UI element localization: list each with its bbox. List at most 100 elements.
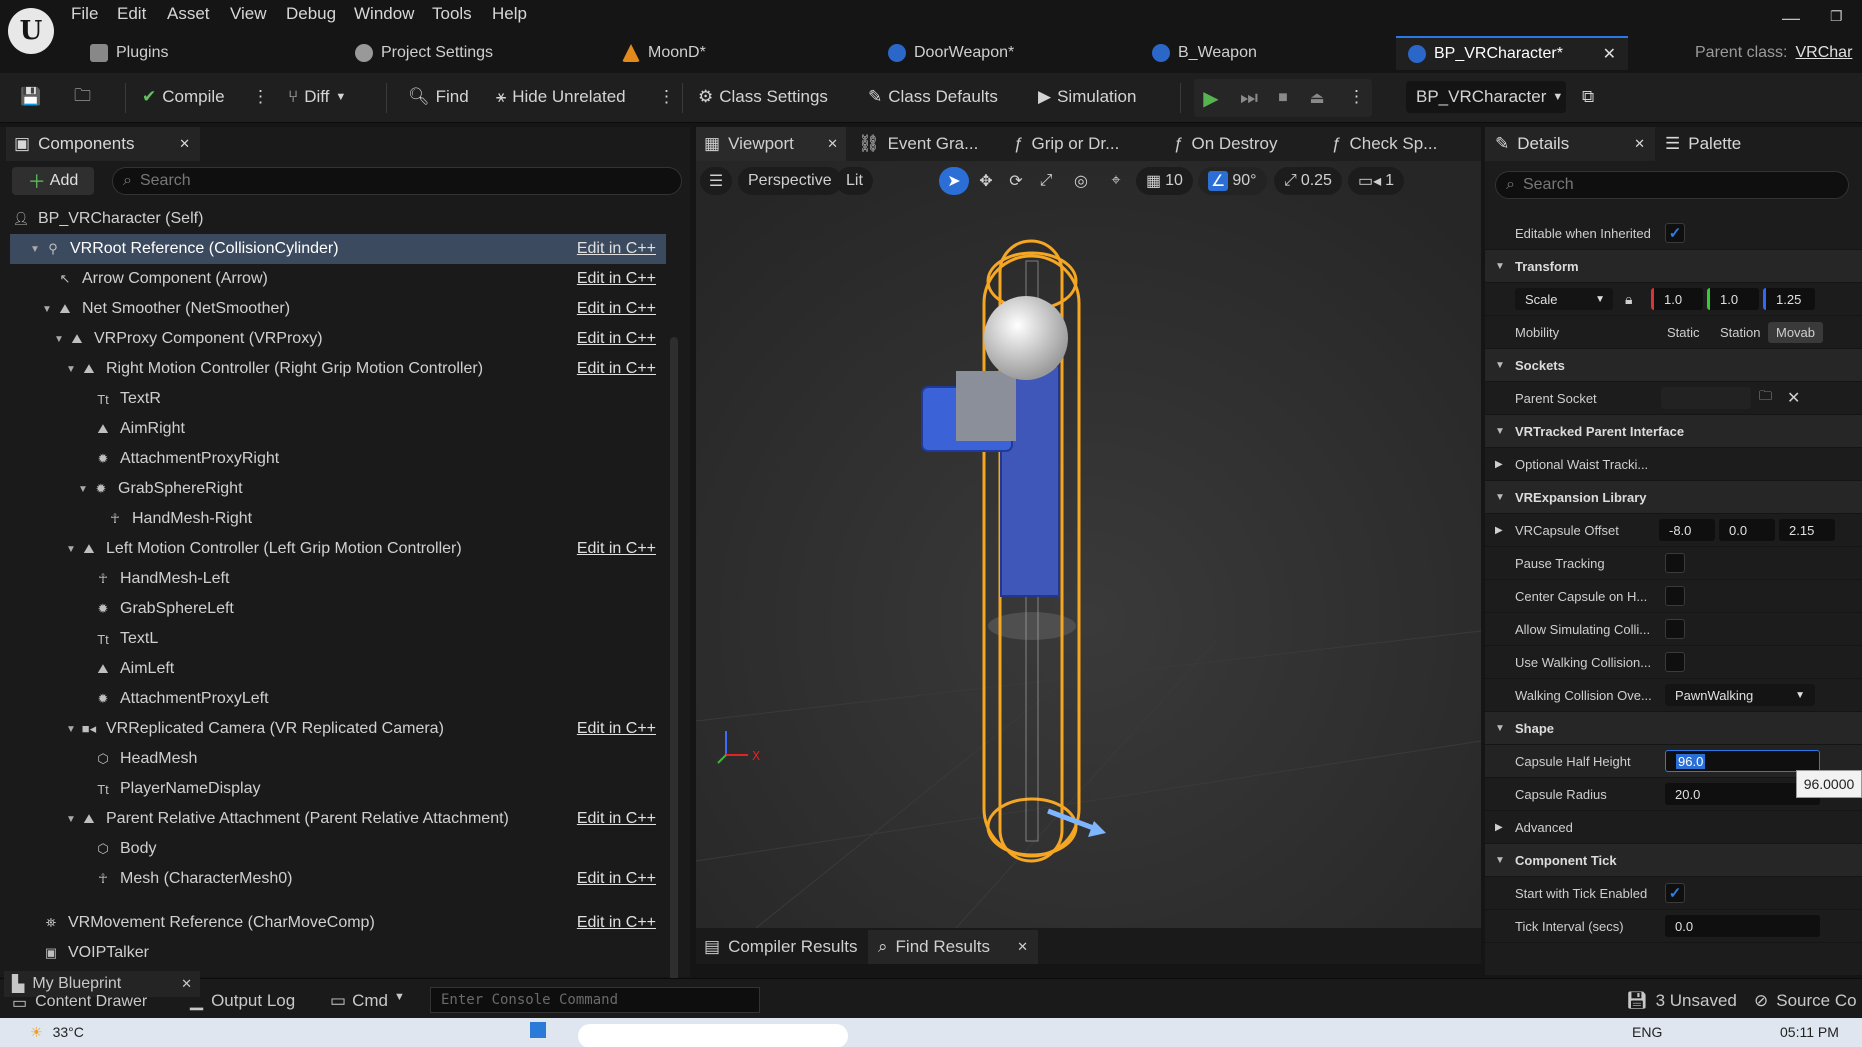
menu-tools[interactable]: Tools — [432, 4, 472, 26]
section-transform[interactable]: ▼ Transform — [1485, 250, 1862, 283]
start-icon[interactable] — [530, 1022, 546, 1038]
pause-tracking-checkbox[interactable] — [1665, 553, 1685, 573]
close-icon[interactable]: ✕ — [1017, 939, 1028, 955]
tab-project-settings[interactable]: Project Settings — [355, 36, 493, 70]
menu-window[interactable]: Window — [354, 4, 414, 26]
tab-viewport[interactable]: ▦ Viewport ✕ — [696, 127, 846, 161]
menu-help[interactable]: Help — [492, 4, 527, 26]
language-indicator[interactable]: ENG — [1632, 1024, 1662, 1040]
tree-item-left-motion-controller[interactable]: ▼ ⛰ Left Motion Controller (Left Grip Moti… — [10, 534, 666, 564]
tab-check-sp[interactable]: ƒ Check Sp... — [1332, 127, 1437, 161]
edit-in-cpp-link[interactable]: Edit in C++ — [577, 914, 656, 932]
scale-z-field[interactable]: 1.25 — [1763, 288, 1815, 310]
tab-compiler-results[interactable]: ▤ Compiler Results — [704, 930, 858, 964]
menu-view[interactable]: View — [230, 4, 267, 26]
menu-debug[interactable]: Debug — [286, 4, 336, 26]
components-scrollbar[interactable] — [670, 337, 678, 1047]
tree-item-textr[interactable]: Tt TextR — [10, 384, 666, 414]
weather-widget[interactable]: ☀ 33°C — [30, 1024, 84, 1041]
expand-arrow-icon[interactable]: ▼ — [52, 334, 66, 345]
cmd-select[interactable]: ▭ Cmd ▼ — [330, 991, 405, 1011]
tab-doorweapon[interactable]: DoorWeapon* — [888, 36, 1014, 70]
tree-item-mesh[interactable]: ☥ Mesh (CharacterMesh0) Edit in C++ — [10, 864, 666, 894]
edit-in-cpp-link[interactable]: Edit in C++ — [577, 540, 656, 558]
lock-icon[interactable]: 🔒︎ — [1625, 291, 1632, 308]
taskbar-search[interactable] — [578, 1024, 848, 1047]
camera-speed-button[interactable]: ▭◂ 1 — [1348, 167, 1405, 195]
tree-item-aimright[interactable]: ⛰ AimRight — [10, 414, 666, 444]
tab-details[interactable]: ✎ Details ✕ — [1485, 127, 1655, 161]
tree-item-net-smoother[interactable]: ▼ ⛰ Net Smoother (NetSmoother) Edit in C++ — [10, 294, 666, 324]
capsule-half-height-field[interactable]: 96.0 — [1665, 750, 1820, 772]
hide-unrelated-button[interactable]: ⚹ Hide Unrelated — [496, 81, 626, 113]
edit-in-cpp-link[interactable]: Edit in C++ — [577, 720, 656, 738]
clear-icon[interactable]: ✕ — [1787, 388, 1800, 408]
play-icon[interactable]: ▶ — [1196, 83, 1226, 113]
expand-arrow-icon[interactable]: ▼ — [64, 724, 78, 735]
expand-arrow-icon[interactable]: ▼ — [76, 484, 90, 495]
minimize-icon[interactable]: — — [1782, 8, 1800, 29]
close-icon[interactable]: ✕ — [827, 136, 838, 152]
tab-palette[interactable]: ☰ Palette — [1665, 127, 1741, 161]
source-control-button[interactable]: ⊘ Source Co — [1754, 991, 1857, 1011]
viewport-canvas[interactable]: X ☰ Perspective Lit ➤ ✥ ⟳ ⤢ ◎ ⌖ ▦ 10 ∠ 90°… — [696, 161, 1481, 928]
tree-item-arrow[interactable]: ↖ Arrow Component (Arrow) Edit in C++ — [10, 264, 666, 294]
tree-item-grabsphereright[interactable]: ▼ ✹ GrabSphereRight — [10, 474, 666, 504]
debug-object-select[interactable]: BP_VRCharacter ▼ — [1406, 81, 1566, 113]
row-advanced[interactable]: ▶ Advanced — [1485, 811, 1862, 844]
section-component-tick[interactable]: ▼ Component Tick — [1485, 844, 1862, 877]
section-vrexpansion[interactable]: ▼ VRExpansion Library — [1485, 481, 1862, 514]
expand-arrow-icon[interactable]: ▼ — [40, 304, 54, 315]
tree-item-grabsphereleft[interactable]: ✹ GrabSphereLeft — [10, 594, 666, 624]
components-search-input[interactable]: ⌕ Search — [112, 167, 682, 195]
tree-item-parent-relative-attachment[interactable]: ▼ ⛰ Parent Relative Attachment (Parent Rel… — [10, 804, 666, 834]
tab-bp-vrcharacter[interactable]: BP_VRCharacter* ✕ — [1396, 36, 1628, 70]
tab-components[interactable]: ▣ Components ✕ — [6, 127, 200, 161]
perspective-button[interactable]: Perspective — [738, 167, 842, 195]
tree-item-body[interactable]: ⬡ Body — [10, 834, 666, 864]
menu-edit[interactable]: Edit — [117, 4, 146, 26]
editable-inherited-checkbox[interactable]: ✓ — [1665, 223, 1685, 243]
tab-event-graph[interactable]: ⛓ Event Gra... — [858, 127, 978, 161]
center-capsule-checkbox[interactable] — [1665, 586, 1685, 606]
viewport-menu-icon[interactable]: ☰ — [700, 167, 732, 195]
add-component-button[interactable]: ＋ Add — [12, 167, 94, 195]
debug-object-browse-icon[interactable]: ⧉ — [1582, 81, 1594, 113]
unreal-logo-icon[interactable]: U — [8, 8, 54, 54]
row-optional-waist[interactable]: ▶ Optional Waist Tracki... — [1485, 448, 1862, 481]
section-sockets[interactable]: ▼ Sockets — [1485, 349, 1862, 382]
more-options-icon[interactable]: ⋮ — [658, 81, 675, 113]
scale-x-field[interactable]: 1.0 — [1651, 288, 1703, 310]
mobility-movable[interactable]: Movab — [1768, 321, 1824, 343]
mobility-static[interactable]: Static — [1667, 325, 1700, 340]
diff-button[interactable]: ⑂ Diff ▼ — [288, 81, 346, 113]
section-shape[interactable]: ▼ Shape — [1485, 712, 1862, 745]
scale-mode-select[interactable]: Scale ▼ — [1515, 288, 1613, 310]
surface-snap-icon[interactable]: ⌖ — [1101, 167, 1131, 195]
stop-icon[interactable]: ■ — [1268, 83, 1298, 113]
select-mode-icon[interactable]: ➤ — [939, 167, 969, 195]
step-icon[interactable]: ⏭ — [1234, 83, 1264, 113]
translate-icon[interactable]: ✥ — [971, 167, 1001, 195]
rotate-icon[interactable]: ⟳ — [1001, 167, 1031, 195]
parent-socket-field[interactable] — [1661, 387, 1751, 409]
tree-item-headmesh[interactable]: ⬡ HeadMesh — [10, 744, 666, 774]
expand-arrow-icon[interactable]: ▼ — [64, 814, 78, 825]
eject-icon[interactable]: ⏏ — [1302, 83, 1332, 113]
start-with-tick-checkbox[interactable]: ✓ — [1665, 883, 1685, 903]
details-search-input[interactable]: ⌕ Search — [1495, 171, 1849, 199]
tree-item-playernamedisplay[interactable]: Tt PlayerNameDisplay — [10, 774, 666, 804]
use-walking-checkbox[interactable] — [1665, 652, 1685, 672]
lit-button[interactable]: Lit — [836, 167, 873, 195]
tab-find-results[interactable]: ⌕ Find Results ✕ — [868, 930, 1038, 964]
console-input[interactable]: Enter Console Command — [430, 987, 760, 1013]
tree-item-handmesh-right[interactable]: ☥ HandMesh-Right — [10, 504, 666, 534]
browse-icon[interactable]: 🗀 — [74, 81, 91, 113]
tree-item-aimleft[interactable]: ⛰ AimLeft — [10, 654, 666, 684]
menu-file[interactable]: File — [71, 4, 98, 26]
allow-simulating-checkbox[interactable] — [1665, 619, 1685, 639]
tab-grip-or-drop[interactable]: ƒ Grip or Dr... — [1014, 127, 1119, 161]
expand-arrow-icon[interactable]: ▼ — [64, 364, 78, 375]
edit-in-cpp-link[interactable]: Edit in C++ — [577, 810, 656, 828]
grid-snap-button[interactable]: ▦ 10 — [1136, 167, 1193, 195]
